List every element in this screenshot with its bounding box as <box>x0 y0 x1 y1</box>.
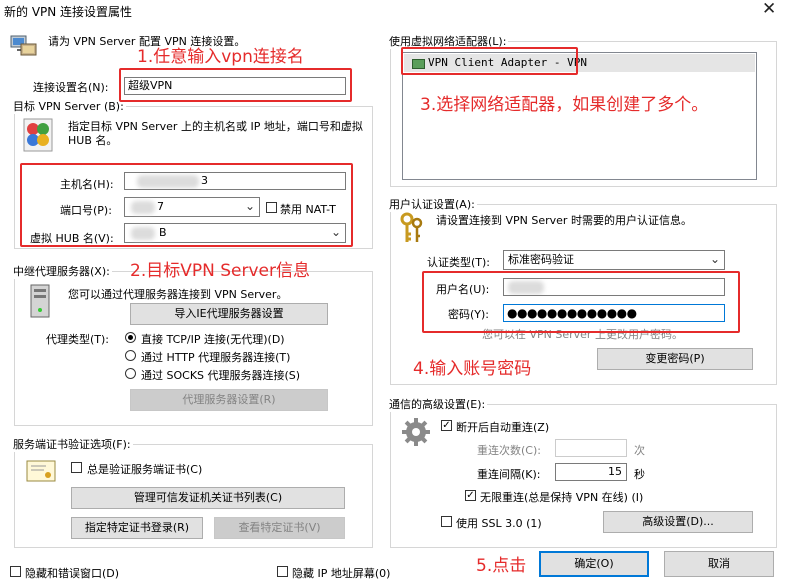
auth-desc: 请设置连接到 VPN Server 时需要的用户认证信息。 <box>436 214 692 227</box>
proxy-option-direct: 直接 TCP/IP 连接(无代理)(D) <box>141 333 285 346</box>
annotation-step-4: 4.输入账号密码 <box>413 359 532 379</box>
retry-interval-input[interactable]: 15 <box>555 463 627 481</box>
ok-button[interactable]: 确定(O) <box>539 551 649 577</box>
hide-status-label: 隐藏和错误窗口(D) <box>25 567 120 580</box>
infinite-retry-checkbox[interactable]: ✓ <box>465 490 476 501</box>
hide-ip-checkbox[interactable] <box>277 566 288 577</box>
auth-type-label: 认证类型(T): <box>427 256 491 269</box>
cancel-button[interactable]: 取消 <box>664 551 774 577</box>
proxy-option-http: 通过 HTTP 代理服务器连接(T) <box>141 351 291 364</box>
annotation-box-adapter <box>401 47 578 75</box>
proxy-server-icon <box>28 284 52 318</box>
window-title: 新的 VPN 连接设置属性 <box>4 5 133 19</box>
annotation-box-connection-name <box>119 68 352 102</box>
annotation-step-3: 3.选择网络适配器，如果创建了多个。 <box>420 95 709 115</box>
proxy-type-label: 代理类型(T): <box>46 333 110 346</box>
target-server-legend: 目标 VPN Server (B): <box>13 100 124 113</box>
certificate-icon <box>26 460 56 482</box>
auth-type-value: 标准密码验证 <box>508 253 574 266</box>
specify-cert-button[interactable]: 指定特定证书登录(R) <box>71 517 203 539</box>
always-verify-checkbox[interactable] <box>71 462 82 473</box>
hide-ip-label: 隐藏 IP 地址屏幕(0) <box>292 567 391 580</box>
proxy-radio-http[interactable] <box>125 350 136 361</box>
use-ssl3-label: 使用 SSL 3.0 (1) <box>456 517 542 530</box>
hide-status-checkbox[interactable] <box>10 566 21 577</box>
close-icon[interactable]: ✕ <box>762 0 776 19</box>
annotation-box-credentials <box>422 271 740 333</box>
gear-icon <box>400 416 432 448</box>
retry-interval-unit: 秒 <box>634 468 645 481</box>
server-icon <box>23 118 53 152</box>
infinite-retry-label: 无限重连(总是保持 VPN 在线) (I) <box>480 491 644 504</box>
retry-count-input[interactable] <box>555 439 627 457</box>
use-ssl3-checkbox[interactable] <box>441 516 452 527</box>
proxy-radio-direct[interactable] <box>125 332 136 343</box>
import-ie-proxy-button[interactable]: 导入IE代理服务器设置 <box>130 303 328 325</box>
proxy-settings-button[interactable]: 代理服务器设置(R) <box>130 389 328 411</box>
target-desc: 指定目标 VPN Server 上的主机名或 IP 地址，端口号和虚拟 HUB … <box>68 120 363 147</box>
auto-reconnect-checkbox[interactable]: ✓ <box>441 420 452 431</box>
conn-name-label: 连接设置名(N): <box>33 81 109 94</box>
auth-legend: 用户认证设置(A): <box>389 198 475 211</box>
annotation-step-1: 1.任意输入vpn连接名 <box>137 47 304 67</box>
chevron-down-icon: ⌄ <box>709 252 720 266</box>
annotation-box-target-server <box>20 163 353 247</box>
proxy-desc: 您可以通过代理服务器连接到 VPN Server。 <box>68 288 288 301</box>
keys-icon <box>398 212 426 248</box>
annotation-step-2: 2.目标VPN Server信息 <box>130 261 310 281</box>
auth-type-select[interactable]: 标准密码验证 ⌄ <box>503 250 725 270</box>
retry-count-unit: 次 <box>634 444 645 457</box>
retry-interval-label: 重连间隔(K): <box>477 468 541 481</box>
annotation-step-5: 5.点击 <box>476 556 527 576</box>
advanced-legend: 通信的高级设置(E): <box>389 398 486 411</box>
auto-reconnect-label: 断开后自动重连(Z) <box>456 421 550 434</box>
proxy-option-socks: 通过 SOCKS 代理服务器连接(S) <box>141 369 301 382</box>
retry-count-label: 重连次数(C): <box>477 444 541 457</box>
manage-ca-button[interactable]: 管理可信发证机关证书列表(C) <box>71 487 345 509</box>
advanced-settings-button[interactable]: 高级设置(D)... <box>603 511 753 533</box>
proxy-legend: 中继代理服务器(X): <box>13 265 110 278</box>
cert-legend: 服务端证书验证选项(F): <box>13 438 131 451</box>
change-password-button[interactable]: 变更密码(P) <box>597 348 753 370</box>
always-verify-label: 总是验证服务端证书(C) <box>87 463 203 476</box>
view-cert-button[interactable]: 查看特定证书(V) <box>214 517 345 539</box>
vpn-connection-icon <box>9 30 39 60</box>
proxy-radio-socks[interactable] <box>125 368 136 379</box>
